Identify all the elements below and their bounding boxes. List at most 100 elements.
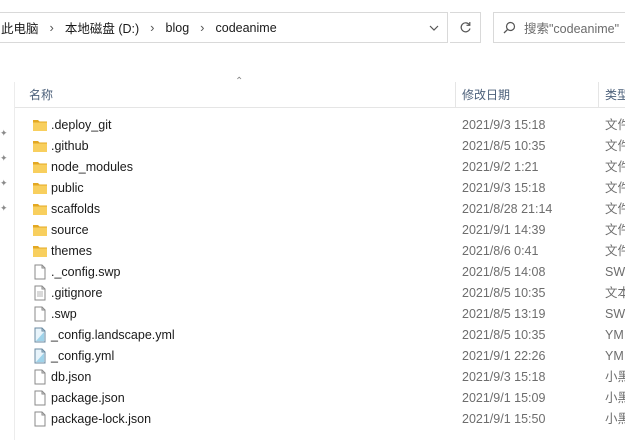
file-row[interactable]: .github 2021/8/5 10:35 文件 (15, 136, 625, 157)
folder-icon (32, 180, 48, 196)
yml-file-icon (32, 327, 48, 343)
file-row[interactable]: package.json 2021/9/1 15:09 小黑 (15, 388, 625, 409)
file-row[interactable]: public 2021/9/3 15:18 文件 (15, 178, 625, 199)
file-type: YM (605, 328, 624, 342)
file-type: 文件 (605, 118, 625, 132)
file-type: 文件 (605, 181, 625, 195)
file-modified-date: 2021/9/1 15:50 (462, 412, 546, 426)
pin-icon[interactable]: ✦ (0, 129, 8, 138)
refresh-button[interactable] (450, 12, 481, 43)
folder-icon (32, 201, 48, 217)
file-type: SW (605, 307, 625, 321)
file-type: 文件 (605, 160, 625, 174)
file-list: ⌃ 名称 修改日期 类型 .deploy_git 2021/9/3 15:18 文件… (14, 76, 625, 440)
folder-icon (32, 159, 48, 175)
file-modified-date: 2021/9/3 15:18 (462, 118, 546, 132)
file-name: scaffolds (51, 202, 101, 216)
file-type: 文本 (605, 286, 625, 300)
refresh-icon (460, 22, 471, 33)
breadcrumb-separator-icon[interactable]: › (191, 20, 213, 35)
file-row[interactable]: _config.landscape.yml 2021/8/5 10:35 YM (15, 325, 625, 346)
file-modified-date: 2021/8/5 10:35 (462, 139, 546, 153)
file-row[interactable]: _config.yml 2021/9/1 22:26 YM (15, 346, 625, 367)
file-row[interactable]: themes 2021/8/6 0:41 文件 (15, 241, 625, 262)
file-modified-date: 2021/9/2 1:21 (462, 160, 539, 174)
file-name: db.json (51, 370, 92, 384)
address-history-dropdown[interactable] (421, 13, 447, 42)
file-type: SW (605, 265, 625, 279)
file-row[interactable]: scaffolds 2021/8/28 21:14 文件 (15, 199, 625, 220)
file-name: _config.yml (51, 349, 115, 363)
folder-icon (32, 117, 48, 133)
file-name: package.json (51, 391, 125, 405)
search-placeholder: 搜索"codeanime" (524, 22, 620, 36)
breadcrumb-drive-d[interactable]: 本地磁盘 (D:) (63, 18, 141, 37)
yml-file-icon (32, 348, 48, 364)
column-header-row: ⌃ 名称 修改日期 类型 (15, 76, 625, 108)
sort-ascending-icon: ⌃ (235, 76, 244, 87)
folder-icon (32, 138, 48, 154)
file-row[interactable]: node_modules 2021/9/2 1:21 文件 (15, 157, 625, 178)
file-modified-date: 2021/9/3 15:18 (462, 370, 546, 384)
file-icon (32, 306, 48, 322)
file-row[interactable]: db.json 2021/9/3 15:18 小黑 (15, 367, 625, 388)
file-icon (32, 411, 48, 427)
file-row[interactable]: ._config.swp 2021/8/5 14:08 SW (15, 262, 625, 283)
file-name: node_modules (51, 160, 134, 174)
pin-icon[interactable]: ✦ (0, 154, 8, 163)
file-modified-date: 2021/9/1 22:26 (462, 349, 546, 363)
file-type: 文件 (605, 244, 625, 258)
file-type: 文件 (605, 202, 625, 216)
breadcrumb-separator-icon[interactable]: › (41, 20, 63, 35)
breadcrumb-separator-icon[interactable]: › (141, 20, 163, 35)
file-modified-date: 2021/8/5 14:08 (462, 265, 546, 279)
column-header-name[interactable]: 名称 (29, 82, 53, 108)
file-name: _config.landscape.yml (51, 328, 175, 342)
column-header-date[interactable]: 修改日期 (462, 82, 510, 108)
folder-icon (32, 222, 48, 238)
search-input[interactable]: 搜索"codeanime" (493, 12, 625, 43)
column-header-type[interactable]: 类型 (605, 82, 625, 108)
folder-icon (32, 243, 48, 259)
breadcrumb-blog[interactable]: blog (164, 21, 192, 35)
navigation-pane: ✦ ✦ ✦ ✦ (0, 84, 14, 440)
file-modified-date: 2021/8/5 10:35 (462, 328, 546, 342)
file-type: 文件 (605, 223, 625, 237)
file-name: package-lock.json (51, 412, 152, 426)
chevron-down-icon (429, 25, 439, 31)
file-icon (32, 390, 48, 406)
file-name: .deploy_git (51, 118, 112, 132)
file-modified-date: 2021/8/5 13:19 (462, 307, 546, 321)
file-name: .swp (51, 307, 77, 321)
file-modified-date: 2021/8/6 0:41 (462, 244, 539, 258)
address-bar[interactable]: 此电脑 › 本地磁盘 (D:) › blog › codeanime (0, 12, 448, 43)
file-name: themes (51, 244, 92, 258)
file-rows: .deploy_git 2021/9/3 15:18 文件 .github 2021/8… (15, 115, 625, 430)
file-row[interactable]: .swp 2021/8/5 13:19 SW (15, 304, 625, 325)
file-name: source (51, 223, 89, 237)
file-modified-date: 2021/9/1 15:09 (462, 391, 546, 405)
file-row[interactable]: .deploy_git 2021/9/3 15:18 文件 (15, 115, 625, 136)
file-row[interactable]: package-lock.json 2021/9/1 15:50 小黑 (15, 409, 625, 430)
file-icon (32, 369, 48, 385)
file-type: 文件 (605, 139, 625, 153)
file-modified-date: 2021/8/5 10:35 (462, 286, 546, 300)
breadcrumb-codeanime[interactable]: codeanime (214, 21, 279, 35)
pin-icon[interactable]: ✦ (0, 179, 8, 188)
file-name: ._config.swp (51, 265, 121, 279)
pin-icon[interactable]: ✦ (0, 204, 8, 213)
file-type: 小黑 (605, 391, 625, 405)
column-resize-handle[interactable] (455, 82, 456, 108)
file-modified-date: 2021/9/3 15:18 (462, 181, 546, 195)
text-file-icon (32, 285, 48, 301)
file-icon (32, 264, 48, 280)
file-row[interactable]: .gitignore 2021/8/5 10:35 文本 (15, 283, 625, 304)
file-modified-date: 2021/8/28 21:14 (462, 202, 553, 216)
file-row[interactable]: source 2021/9/1 14:39 文件 (15, 220, 625, 241)
file-type: 小黑 (605, 370, 625, 384)
file-modified-date: 2021/9/1 14:39 (462, 223, 546, 237)
file-name: .github (51, 139, 89, 153)
column-resize-handle[interactable] (598, 82, 599, 108)
file-type: 小黑 (605, 412, 625, 426)
breadcrumb-this-pc[interactable]: 此电脑 (0, 18, 41, 37)
